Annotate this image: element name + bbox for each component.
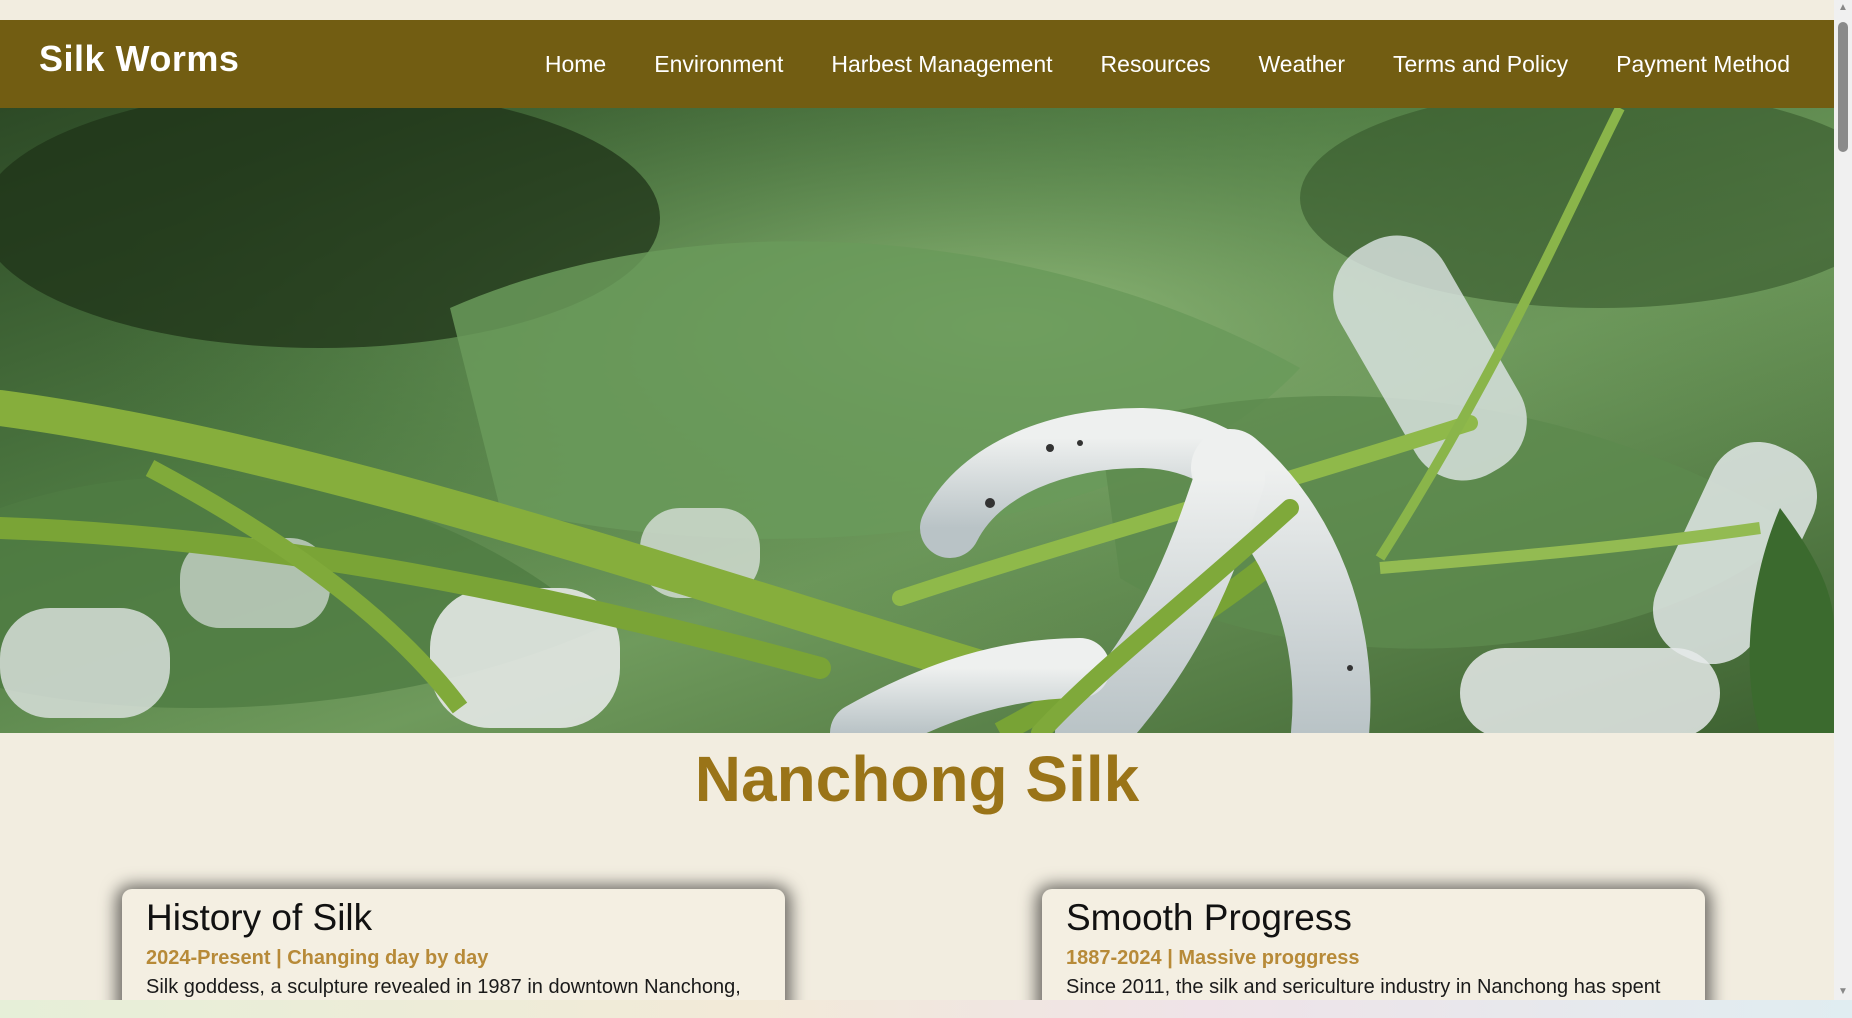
scroll-up-arrow-icon[interactable]: ▲ bbox=[1834, 0, 1852, 16]
scroll-down-arrow-icon[interactable]: ▼ bbox=[1834, 984, 1852, 1000]
nav-link-home[interactable]: Home bbox=[521, 51, 630, 78]
nav-link-terms-and-policy[interactable]: Terms and Policy bbox=[1369, 51, 1592, 78]
card-title: History of Silk bbox=[146, 897, 373, 938]
nav-menu: Home Environment Harbest Management Reso… bbox=[521, 20, 1834, 108]
scroll-thumb[interactable] bbox=[1838, 22, 1848, 152]
brand-logo[interactable]: Silk Worms bbox=[39, 38, 239, 80]
nav-link-harvest-management[interactable]: Harbest Management bbox=[807, 51, 1076, 78]
card-subtitle: 2024-Present | Changing day by day bbox=[146, 947, 489, 969]
history-card: History of Silk 2024-Present | Changing … bbox=[122, 889, 785, 1000]
page-title: Nanchong Silk bbox=[694, 743, 1140, 815]
nav-link-payment-method[interactable]: Payment Method bbox=[1592, 51, 1834, 78]
nav-link-environment[interactable]: Environment bbox=[630, 51, 807, 78]
top-navbar: Silk Worms Home Environment Harbest Mana… bbox=[0, 20, 1834, 108]
hero-image-silkworms bbox=[0, 108, 1834, 733]
card-text: Since 2011, the silk and sericulture ind… bbox=[1066, 976, 1661, 998]
nav-link-resources[interactable]: Resources bbox=[1077, 51, 1235, 78]
vertical-scrollbar[interactable]: ▲ ▼ bbox=[1834, 0, 1852, 1000]
page: Silk Worms Home Environment Harbest Mana… bbox=[0, 0, 1834, 1000]
card-title: Smooth Progress bbox=[1066, 897, 1352, 938]
progress-card: Smooth Progress 1887-2024 | Massive prog… bbox=[1042, 889, 1705, 1000]
card-text: Silk goddess, a sculpture revealed in 19… bbox=[146, 976, 741, 998]
nav-link-weather[interactable]: Weather bbox=[1234, 51, 1369, 78]
bottom-strip bbox=[0, 1000, 1852, 1018]
card-subtitle: 1887-2024 | Massive proggress bbox=[1066, 947, 1360, 969]
